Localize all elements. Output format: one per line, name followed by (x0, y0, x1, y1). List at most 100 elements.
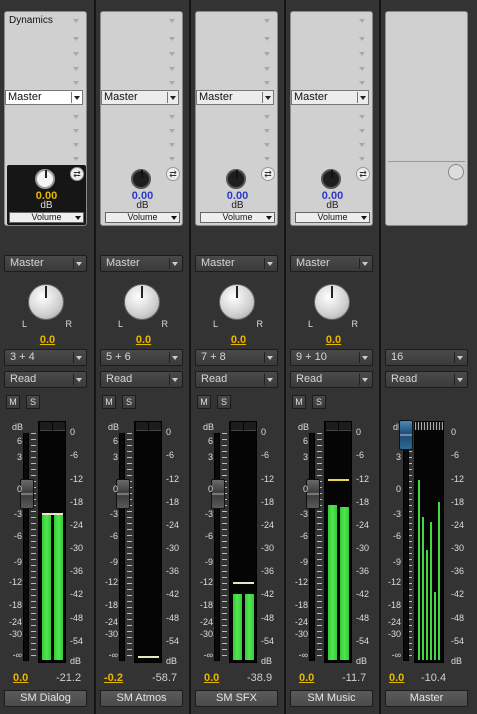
send-mode-select[interactable]: Volume (9, 212, 84, 223)
pan-send-select[interactable]: Master (195, 255, 278, 272)
send-slot-3[interactable] (103, 126, 179, 137)
channel-name[interactable]: SM Atmos (100, 690, 183, 707)
send-link-icon[interactable]: ⇄ (261, 167, 275, 181)
pan-knob[interactable] (28, 284, 64, 320)
insert-slot-5[interactable] (103, 78, 179, 89)
send-link-icon[interactable]: ⇄ (70, 167, 84, 181)
send-slot-2[interactable] (293, 112, 369, 123)
channel-name[interactable]: SM Dialog (4, 690, 87, 707)
send-dropdown-icon[interactable] (262, 92, 273, 103)
insert-toggle-icon[interactable] (448, 164, 464, 180)
send-dropdown-icon[interactable] (167, 92, 178, 103)
send-select[interactable]: Master (5, 90, 83, 105)
output-select[interactable]: 3 + 4 (4, 349, 87, 366)
automation-select[interactable]: Read (195, 371, 278, 388)
send-link-icon[interactable]: ⇄ (356, 167, 370, 181)
send-slot-3[interactable] (7, 126, 83, 137)
send-slot-3[interactable] (198, 126, 274, 137)
send-select[interactable]: Master (196, 90, 274, 105)
insert-slot-4[interactable] (293, 64, 369, 75)
send-mode-select[interactable]: Volume (200, 212, 275, 223)
output-select[interactable]: 9 + 10 (290, 349, 373, 366)
insert-slot-5[interactable] (198, 78, 274, 89)
volume-readout[interactable]: -0.2 (104, 672, 123, 684)
insert-slot-1[interactable] (293, 16, 369, 27)
automation-select[interactable]: Read (100, 371, 183, 388)
volume-readout[interactable]: 0.0 (204, 672, 219, 684)
send-slot-5[interactable] (198, 154, 274, 165)
insert-slot-2[interactable] (103, 34, 179, 45)
send-slot-2[interactable] (7, 112, 83, 123)
pan-send-select[interactable]: Master (100, 255, 183, 272)
send-slot-4[interactable] (293, 140, 369, 151)
send-link-icon[interactable]: ⇄ (166, 167, 180, 181)
pan-value[interactable]: 0.0 (286, 334, 381, 346)
send-slot-2[interactable] (103, 112, 179, 123)
send-slot-5[interactable] (7, 154, 83, 165)
channel-name[interactable]: SM Music (290, 690, 373, 707)
insert-slot-4[interactable] (7, 64, 83, 75)
insert-slot-1[interactable]: Dynamics (7, 15, 83, 27)
output-select[interactable]: 5 + 6 (100, 349, 183, 366)
pan-value[interactable]: 0.0 (191, 334, 286, 346)
pan-value[interactable]: 0.0 (96, 334, 191, 346)
insert-slot-2[interactable] (7, 34, 83, 45)
send-slot-5[interactable] (103, 154, 179, 165)
mute-button[interactable]: M (197, 395, 211, 409)
send-level-knob[interactable] (131, 169, 151, 189)
insert-slot-1[interactable] (103, 16, 179, 27)
pan-knob[interactable] (124, 284, 160, 320)
insert-slot-3[interactable] (103, 49, 179, 60)
send-mode-select[interactable]: Volume (295, 212, 370, 223)
send-select[interactable]: Master (291, 90, 369, 105)
solo-button[interactable]: S (217, 395, 231, 409)
solo-button[interactable]: S (26, 395, 40, 409)
insert-slot-5[interactable] (7, 78, 83, 89)
automation-select[interactable]: Read (385, 371, 468, 388)
solo-button[interactable]: S (312, 395, 326, 409)
send-slot-4[interactable] (198, 140, 274, 151)
volume-readout[interactable]: 0.0 (389, 672, 404, 684)
output-select[interactable]: 7 + 8 (195, 349, 278, 366)
volume-readout[interactable]: 0.0 (13, 672, 28, 684)
insert-slot-1[interactable] (198, 16, 274, 27)
send-slot-3[interactable] (293, 126, 369, 137)
send-dropdown-icon[interactable] (357, 92, 368, 103)
send-slot-4[interactable] (103, 140, 179, 151)
volume-fader[interactable] (306, 479, 320, 509)
pan-send-select[interactable]: Master (290, 255, 373, 272)
pan-knob[interactable] (219, 284, 255, 320)
pan-value[interactable]: 0.0 (0, 334, 95, 346)
volume-fader[interactable] (20, 479, 34, 509)
volume-fader[interactable] (211, 479, 225, 509)
send-slot-4[interactable] (7, 140, 83, 151)
channel-name[interactable]: SM SFX (195, 690, 278, 707)
send-level-knob[interactable] (321, 169, 341, 189)
channel-name[interactable]: Master (385, 690, 468, 707)
send-select[interactable]: Master (101, 90, 179, 105)
insert-slot-4[interactable] (103, 64, 179, 75)
send-dropdown-icon[interactable] (71, 92, 82, 103)
mute-button[interactable]: M (292, 395, 306, 409)
automation-select[interactable]: Read (4, 371, 87, 388)
mute-button[interactable]: M (102, 395, 116, 409)
insert-slot-4[interactable] (198, 64, 274, 75)
mute-button[interactable]: M (6, 395, 20, 409)
send-slot-5[interactable] (293, 154, 369, 165)
send-slot-2[interactable] (198, 112, 274, 123)
send-mode-select[interactable]: Volume (105, 212, 180, 223)
pan-knob[interactable] (314, 284, 350, 320)
insert-slot-3[interactable] (198, 49, 274, 60)
insert-slot-3[interactable] (7, 49, 83, 60)
insert-slot-2[interactable] (293, 34, 369, 45)
master-volume-fader[interactable] (399, 420, 413, 450)
send-level-knob[interactable] (226, 169, 246, 189)
send-level-knob[interactable] (35, 169, 55, 189)
insert-slot-2[interactable] (198, 34, 274, 45)
pan-send-select[interactable]: Master (4, 255, 87, 272)
insert-slot-5[interactable] (293, 78, 369, 89)
insert-slot-3[interactable] (293, 49, 369, 60)
volume-readout[interactable]: 0.0 (299, 672, 314, 684)
volume-fader[interactable] (116, 479, 130, 509)
output-select[interactable]: 16 (385, 349, 468, 366)
